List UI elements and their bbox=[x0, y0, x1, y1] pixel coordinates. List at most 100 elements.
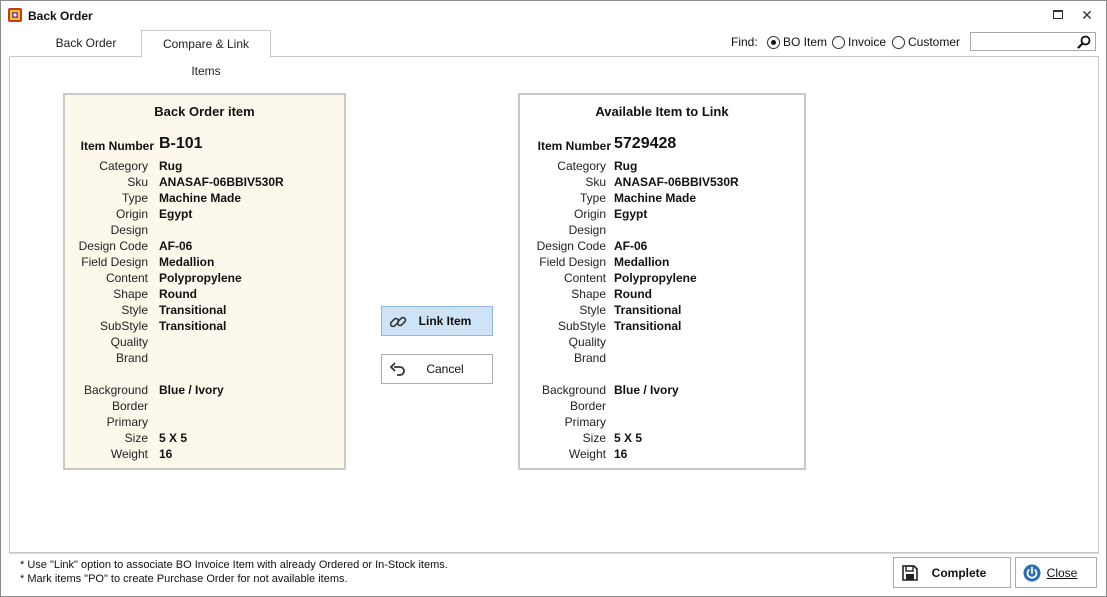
complete-button[interactable]: Complete bbox=[893, 557, 1011, 588]
item-number-value: B-101 bbox=[159, 135, 203, 152]
back-order-item-panel: Back Order item Item Number B-101 Catego… bbox=[63, 93, 346, 470]
maximize-icon bbox=[1053, 10, 1063, 20]
field-row: Content Polypropylene bbox=[520, 270, 804, 286]
field-row bbox=[65, 366, 344, 382]
radio-unchecked-icon bbox=[832, 35, 845, 49]
field-value: Medallion bbox=[159, 255, 215, 269]
field-row: Origin Egypt bbox=[65, 206, 344, 222]
radio-customer[interactable]: Customer bbox=[892, 34, 960, 50]
field-label: Shape bbox=[113, 287, 148, 301]
cancel-button[interactable]: Cancel bbox=[381, 354, 493, 384]
rug-app-icon bbox=[8, 8, 22, 22]
field-label: SubStyle bbox=[557, 319, 606, 333]
field-row: Shape Round bbox=[520, 286, 804, 302]
close-button[interactable]: Close bbox=[1015, 557, 1097, 588]
search-input[interactable] bbox=[970, 32, 1096, 51]
field-label: Origin bbox=[573, 207, 606, 221]
field-label: Weight bbox=[568, 447, 606, 461]
radio-bo-item-label: BO Item bbox=[783, 35, 828, 49]
field-row: Origin Egypt bbox=[520, 206, 804, 222]
field-value: Rug bbox=[159, 159, 183, 173]
field-row: Primary bbox=[520, 414, 804, 430]
field-label: Background bbox=[83, 383, 148, 397]
field-value: Transitional bbox=[159, 319, 227, 333]
cancel-label: Cancel bbox=[426, 362, 464, 376]
field-value: Medallion bbox=[614, 255, 670, 269]
field-row: Brand bbox=[520, 350, 804, 366]
close-label: Close bbox=[1046, 566, 1078, 580]
field-row: SubStyle Transitional bbox=[520, 318, 804, 334]
field-value: ANASAF-06BBIV530R bbox=[614, 175, 739, 189]
field-row: Style Transitional bbox=[65, 302, 344, 318]
field-value: 5 X 5 bbox=[614, 431, 643, 445]
field-row: Border bbox=[520, 398, 804, 414]
field-value: Transitional bbox=[614, 319, 682, 333]
complete-label: Complete bbox=[931, 566, 987, 580]
field-label: Shape bbox=[571, 287, 606, 301]
field-label: Type bbox=[121, 191, 148, 205]
field-label: Content bbox=[563, 271, 606, 285]
field-row: Background Blue / Ivory bbox=[65, 382, 344, 398]
field-row: Size 5 X 5 bbox=[65, 430, 344, 446]
radio-invoice[interactable]: Invoice bbox=[832, 34, 886, 50]
field-value: Machine Made bbox=[614, 191, 697, 205]
back-order-window: Back Order ✕ Back Order Compare & Link I… bbox=[0, 0, 1107, 597]
field-label: Border bbox=[569, 399, 606, 413]
field-row: Field Design Medallion bbox=[65, 254, 344, 270]
title-bar: Back Order ✕ bbox=[1, 1, 1106, 30]
note-line: * Use "Link" option to associate BO Invo… bbox=[20, 559, 448, 571]
field-row: Design bbox=[65, 222, 344, 238]
field-row: Primary bbox=[65, 414, 344, 430]
footer-divider bbox=[9, 553, 1099, 554]
field-row: Field Design Medallion bbox=[520, 254, 804, 270]
field-label: Design bbox=[110, 223, 148, 237]
field-label: Background bbox=[541, 383, 606, 397]
panel-title: Available Item to Link bbox=[595, 104, 729, 119]
field-label: Size bbox=[124, 431, 148, 445]
field-row: Border bbox=[65, 398, 344, 414]
panel-title: Back Order item bbox=[154, 104, 255, 119]
tab-back-order[interactable]: Back Order bbox=[36, 30, 136, 57]
field-label: Field Design bbox=[539, 255, 606, 269]
item-number-row: Item Number 5729428 bbox=[520, 135, 804, 155]
maximize-button[interactable] bbox=[1047, 5, 1069, 25]
field-value: 16 bbox=[614, 447, 628, 461]
field-label: Brand bbox=[115, 351, 148, 365]
field-row: Brand bbox=[65, 350, 344, 366]
field-row: Size 5 X 5 bbox=[520, 430, 804, 446]
field-label: Weight bbox=[110, 447, 148, 461]
field-value: Egypt bbox=[614, 207, 648, 221]
field-value: Polypropylene bbox=[159, 271, 242, 285]
field-row: Design bbox=[520, 222, 804, 238]
field-label: Sku bbox=[127, 175, 148, 189]
field-value: Egypt bbox=[159, 207, 193, 221]
link-item-label: Link Item bbox=[418, 314, 472, 328]
field-label: Design bbox=[568, 223, 606, 237]
field-value: 5 X 5 bbox=[159, 431, 188, 445]
field-row: Style Transitional bbox=[520, 302, 804, 318]
field-value: AF-06 bbox=[159, 239, 193, 253]
field-row: Type Machine Made bbox=[520, 190, 804, 206]
link-item-button[interactable]: Link Item bbox=[381, 306, 493, 336]
tab-compare-link-items[interactable]: Compare & Link Items bbox=[141, 30, 271, 78]
radio-bo-item[interactable]: BO Item bbox=[767, 34, 827, 50]
field-label: Content bbox=[105, 271, 148, 285]
field-row: Quality bbox=[520, 334, 804, 350]
field-row: Weight 16 bbox=[65, 446, 344, 462]
search-icon[interactable] bbox=[1077, 35, 1091, 49]
field-list: Category Rug Sku ANASAF-06BBIV530R Type Machi… bbox=[65, 158, 344, 462]
field-label: Design Code bbox=[78, 239, 148, 253]
field-label: Style bbox=[579, 303, 606, 317]
window-close-button[interactable]: ✕ bbox=[1076, 5, 1098, 25]
field-row: Category Rug bbox=[65, 158, 344, 174]
field-row: Background Blue / Ivory bbox=[520, 382, 804, 398]
field-row: Type Machine Made bbox=[65, 190, 344, 206]
field-label: Quality bbox=[110, 335, 148, 349]
field-label: Type bbox=[579, 191, 606, 205]
field-label: Category bbox=[99, 159, 148, 173]
radio-unchecked-icon bbox=[892, 35, 905, 49]
radio-invoice-label: Invoice bbox=[848, 35, 887, 49]
radio-customer-label: Customer bbox=[908, 35, 961, 49]
note-line: * Mark items "PO" to create Purchase Ord… bbox=[20, 573, 348, 585]
available-item-panel: Available Item to Link Item Number 57294… bbox=[518, 93, 806, 470]
